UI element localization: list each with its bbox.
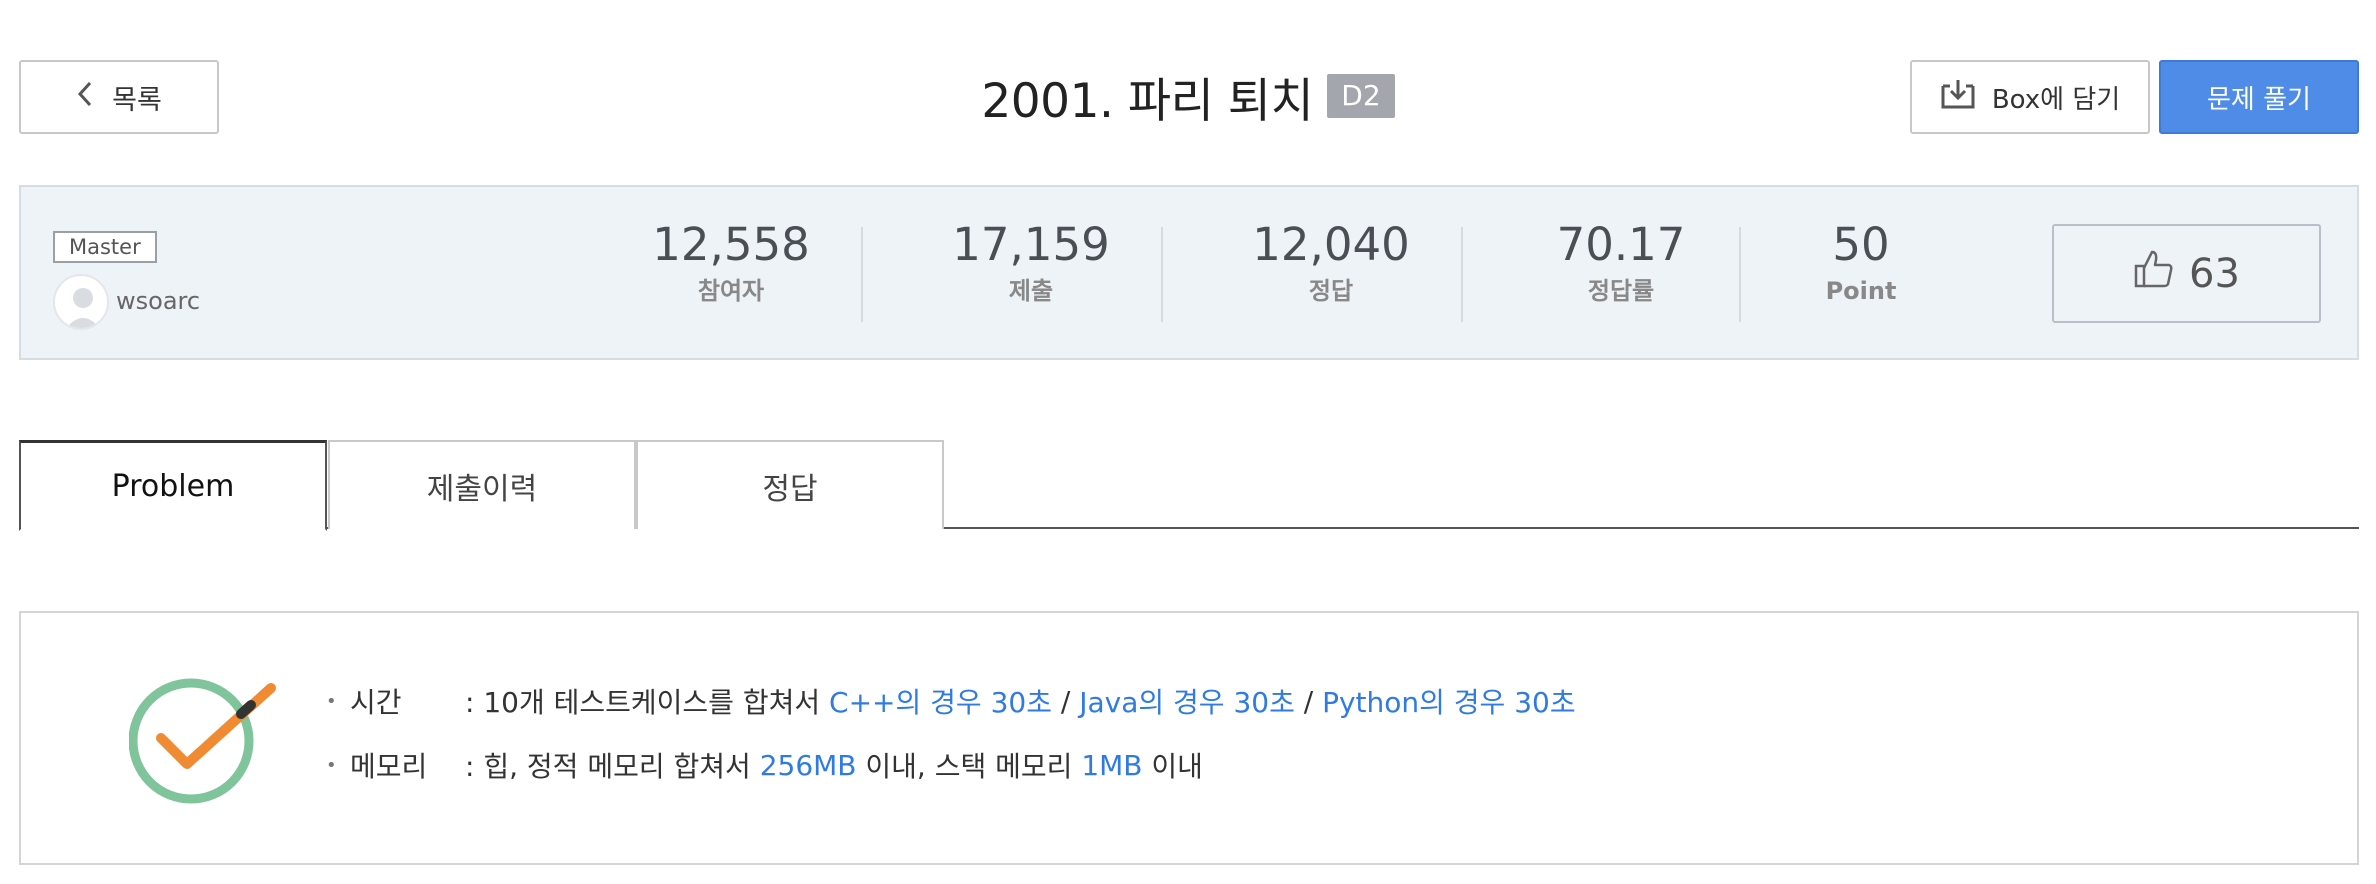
- stat-label: 정답률: [1587, 277, 1655, 305]
- stat-value: 17,159: [952, 218, 1110, 271]
- time-limit-prefix: : 10개 테스트케이스를 합쳐서: [465, 686, 830, 719]
- memory-limit-label: 메모리: [350, 750, 428, 783]
- stat-value: 12,040: [1252, 218, 1410, 271]
- tab-problem[interactable]: Problem: [19, 440, 327, 531]
- bullet: •: [326, 690, 337, 712]
- stat-submissions: 17,159 제출: [911, 217, 1151, 327]
- memory-limit-stack: 1MB: [1081, 748, 1143, 782]
- thumbs-up-icon: [2133, 248, 2175, 300]
- tab-submission-history[interactable]: 제출이력: [328, 440, 636, 529]
- solve-problem-button[interactable]: 문제 풀기: [2159, 60, 2359, 134]
- stat-correct: 12,040 정답: [1211, 217, 1451, 327]
- memory-limit-suffix: 이내: [1142, 750, 1203, 783]
- time-limit-cpp: C++의 경우 30초: [829, 686, 1052, 719]
- stat-label: 정답: [1308, 277, 1354, 305]
- stat-points: 50 Point: [1761, 217, 1961, 327]
- memory-limit-heap: 256MB: [759, 748, 857, 782]
- time-limit-python: Python의 경우 30초: [1322, 686, 1576, 719]
- add-to-box-button[interactable]: Box에 담기: [1910, 60, 2150, 134]
- like-button[interactable]: 63: [2052, 224, 2321, 323]
- stat-label: Point: [1825, 277, 1897, 305]
- stat-label: 참여자: [697, 277, 765, 305]
- page-title: 2001. 파리 퇴치: [981, 73, 1314, 129]
- tab-answers[interactable]: 정답: [636, 440, 944, 529]
- stat-participants: 12,558 참여자: [611, 217, 851, 327]
- divider: [1461, 227, 1463, 322]
- stat-accuracy: 70.17 정답률: [1501, 217, 1741, 327]
- divider: [861, 227, 863, 322]
- stat-value: 12,558: [652, 218, 810, 271]
- box-download-icon: [1940, 78, 1976, 117]
- author-name: wsoarc: [116, 287, 201, 315]
- stat-label: 제출: [1008, 277, 1054, 305]
- memory-limit-mid: 이내, 스택 메모리: [856, 750, 1082, 783]
- memory-limit-prefix: : 힙, 정적 메모리 합쳐서: [465, 750, 760, 783]
- divider: [1161, 227, 1163, 322]
- separator: /: [1294, 684, 1323, 718]
- time-limit-java: Java의 경우 30초: [1079, 686, 1295, 719]
- time-limit-label: 시간: [350, 686, 402, 719]
- stats-panel: Master wsoarc 12,558 참여자 17,159 제출 12,04…: [19, 185, 2359, 360]
- problem-page: 목록 2001. 파리 퇴치 D2 Box에 담기 문제 풀기 Master w…: [0, 0, 2376, 884]
- level-badge: D2: [1327, 74, 1395, 118]
- memory-limit-row: • 메모리 : 힙, 정적 메모리 합쳐서 256MB 이내, 스택 메모리 1…: [326, 745, 1203, 785]
- limits-box: • 시간 : 10개 테스트케이스를 합쳐서 C++의 경우 30초 / Jav…: [19, 611, 2359, 865]
- separator: /: [1051, 684, 1080, 718]
- divider: [1739, 227, 1741, 322]
- add-to-box-label: Box에 담기: [1991, 84, 2121, 115]
- bullet: •: [326, 754, 337, 776]
- time-limit-row: • 시간 : 10개 테스트케이스를 합쳐서 C++의 경우 30초 / Jav…: [326, 681, 1576, 721]
- like-count: 63: [2189, 250, 2240, 297]
- author-rank-badge: Master: [53, 231, 157, 263]
- avatar-icon: [53, 274, 109, 330]
- stat-value: 50: [1832, 218, 1890, 271]
- stat-value: 70.17: [1556, 218, 1686, 271]
